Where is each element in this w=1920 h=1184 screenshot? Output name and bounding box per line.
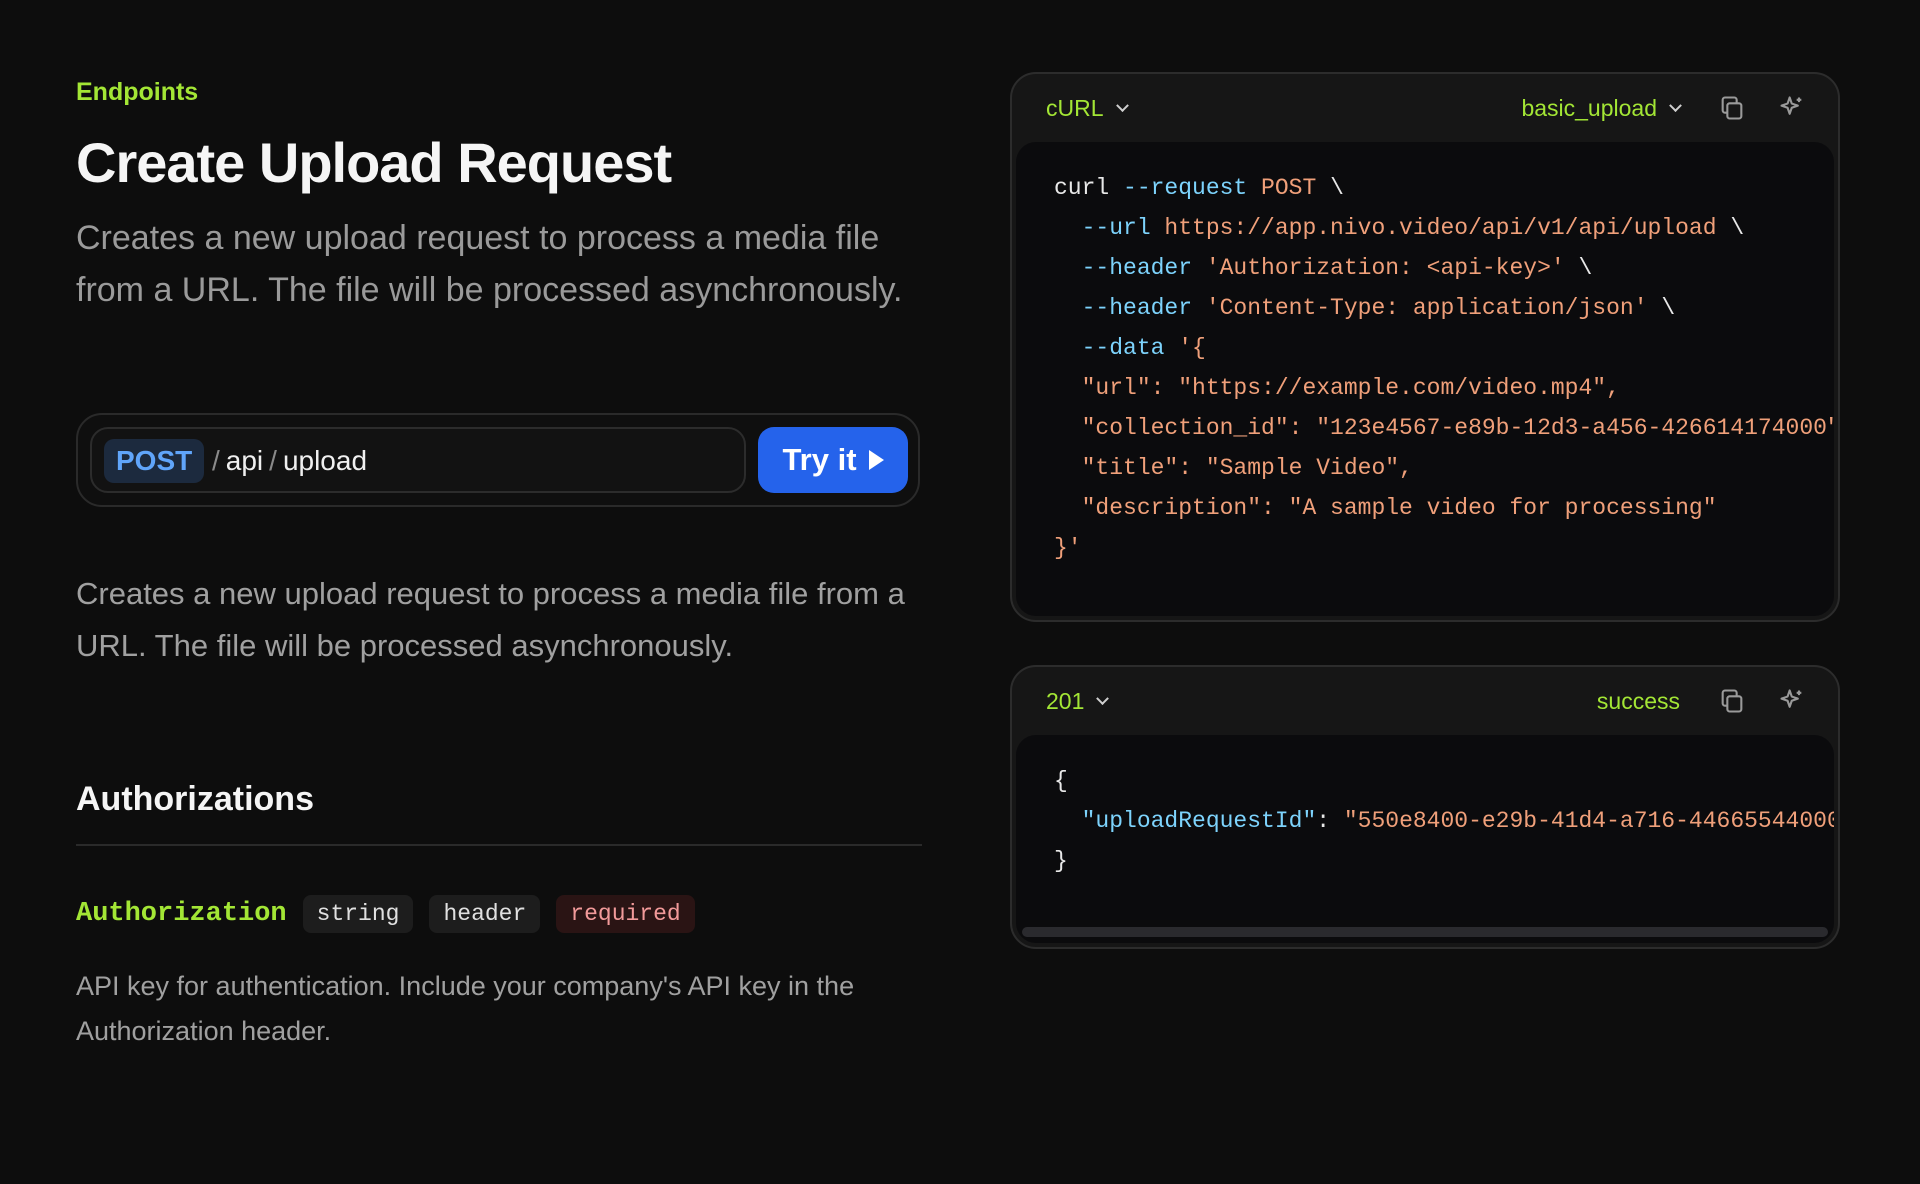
code-token: } [1054,848,1068,874]
divider [76,844,922,846]
code-token: --request [1123,175,1262,201]
copy-icon[interactable] [1714,90,1750,126]
code-line: --url https://app.nivo.video/api/v1/api/… [1054,208,1834,248]
try-it-label: Try it [782,442,857,477]
code-token: : [1316,808,1344,834]
response-example-panel: 201 success { "uploadRequestId": "550e84… [1010,665,1840,949]
language-label: cURL [1046,94,1104,121]
code-token: curl [1054,175,1124,201]
param-row-authorization: Authorization string header required [76,894,695,934]
request-panel-header: cURL basic_upload [1012,74,1838,142]
code-token: "550e8400-e29b-41d4-a716-446655440000" [1343,808,1834,834]
chevron-down-icon [1115,98,1129,112]
request-example-panel: cURL basic_upload curl --request POST \ … [1010,72,1840,622]
sparkle-icon[interactable] [1774,683,1810,719]
copy-icon[interactable] [1714,683,1750,719]
sparkle-icon[interactable] [1774,90,1810,126]
code-token: }' [1054,535,1082,561]
breadcrumb[interactable]: Endpoints [76,78,198,107]
code-token: "url": "https://example.com/video.mp4", [1054,375,1620,401]
code-line: "url": "https://example.com/video.mp4", [1054,368,1834,408]
authorizations-heading: Authorizations [76,780,314,818]
param-location-badge: header [429,895,541,933]
endpoint-path: / api / upload [212,445,368,476]
code-token: POST [1261,175,1331,201]
code-line: "description": "A sample video for proce… [1054,488,1834,528]
example-dropdown[interactable]: basic_upload [1521,74,1682,142]
param-description: API key for authentication. Include your… [76,971,855,1046]
code-line: --data '{ [1054,328,1834,368]
code-token: "uploadRequestId" [1054,808,1317,834]
code-token: \ [1730,215,1745,241]
horizontal-scrollbar[interactable] [1022,927,1828,937]
code-line: "collection_id": "123e4567-e89b-12d3-a45… [1054,408,1834,448]
response-code-block[interactable]: { "uploadRequestId": "550e8400-e29b-41d4… [1016,735,1834,943]
code-token: https://app.nivo.video/api/v1/api/upload [1164,215,1731,241]
code-token: \ [1578,255,1593,281]
code-token: "collection_id": "123e4567-e89b-12d3-a45… [1054,415,1834,441]
endpoint-url-box[interactable]: POST / api / upload [90,427,746,493]
api-reference-page: Endpoints Create Upload Request Creates … [0,0,1920,1184]
param-type-badge: string [302,895,414,933]
chevron-down-icon [1096,691,1110,705]
code-line: --header 'Authorization: <api-key>' \ [1054,248,1834,288]
code-line: { [1054,761,1834,801]
code-line: } [1054,841,1834,881]
play-icon [868,450,884,470]
try-it-button[interactable]: Try it [758,427,908,493]
code-token: --url [1054,215,1165,241]
code-token: \ [1330,175,1344,201]
code-line: "title": "Sample Video", [1054,448,1834,488]
code-line: "uploadRequestId": "550e8400-e29b-41d4-a… [1054,801,1834,841]
example-label: basic_upload [1521,94,1657,121]
param-name[interactable]: Authorization [76,899,287,929]
code-line: --header 'Content-Type: application/json… [1054,288,1834,328]
code-token: 'Content-Type: application/json' [1205,295,1662,321]
chevron-down-icon [1669,98,1682,112]
code-token: --header [1054,295,1206,321]
http-method-badge: POST [104,439,205,483]
request-code: curl --request POST \ --url https://app.… [1054,168,1834,568]
code-line: curl --request POST \ [1054,168,1834,208]
param-required-badge: required [556,895,695,933]
response-panel-header: 201 success [1012,667,1838,735]
language-dropdown[interactable]: cURL [1046,74,1129,142]
code-token: \ [1661,295,1676,321]
code-token: '{ [1178,335,1206,361]
code-token: "title": "Sample Video", [1054,455,1413,481]
code-line: }' [1054,528,1834,568]
response-status-label: success [1596,688,1680,714]
path-segment: upload [282,445,368,476]
page-title: Create Upload Request [76,131,672,194]
page-subtitle: Creates a new upload request to process … [76,219,903,309]
code-token: 'Authorization: <api-key>' [1205,255,1579,281]
response-code: { "uploadRequestId": "550e8400-e29b-41d4… [1054,761,1834,881]
endpoint-description: Creates a new upload request to process … [76,576,905,663]
code-token: "description": "A sample video for proce… [1054,495,1717,521]
status-code-label: 201 [1046,687,1085,714]
code-token: { [1054,768,1068,794]
code-token: --data [1054,335,1179,361]
code-token: --header [1054,255,1206,281]
request-code-block[interactable]: curl --request POST \ --url https://app.… [1016,142,1834,616]
path-segment: api [225,445,264,476]
status-code-dropdown[interactable]: 201 [1046,667,1110,735]
endpoint-bar: POST / api / upload Try it [76,413,920,507]
